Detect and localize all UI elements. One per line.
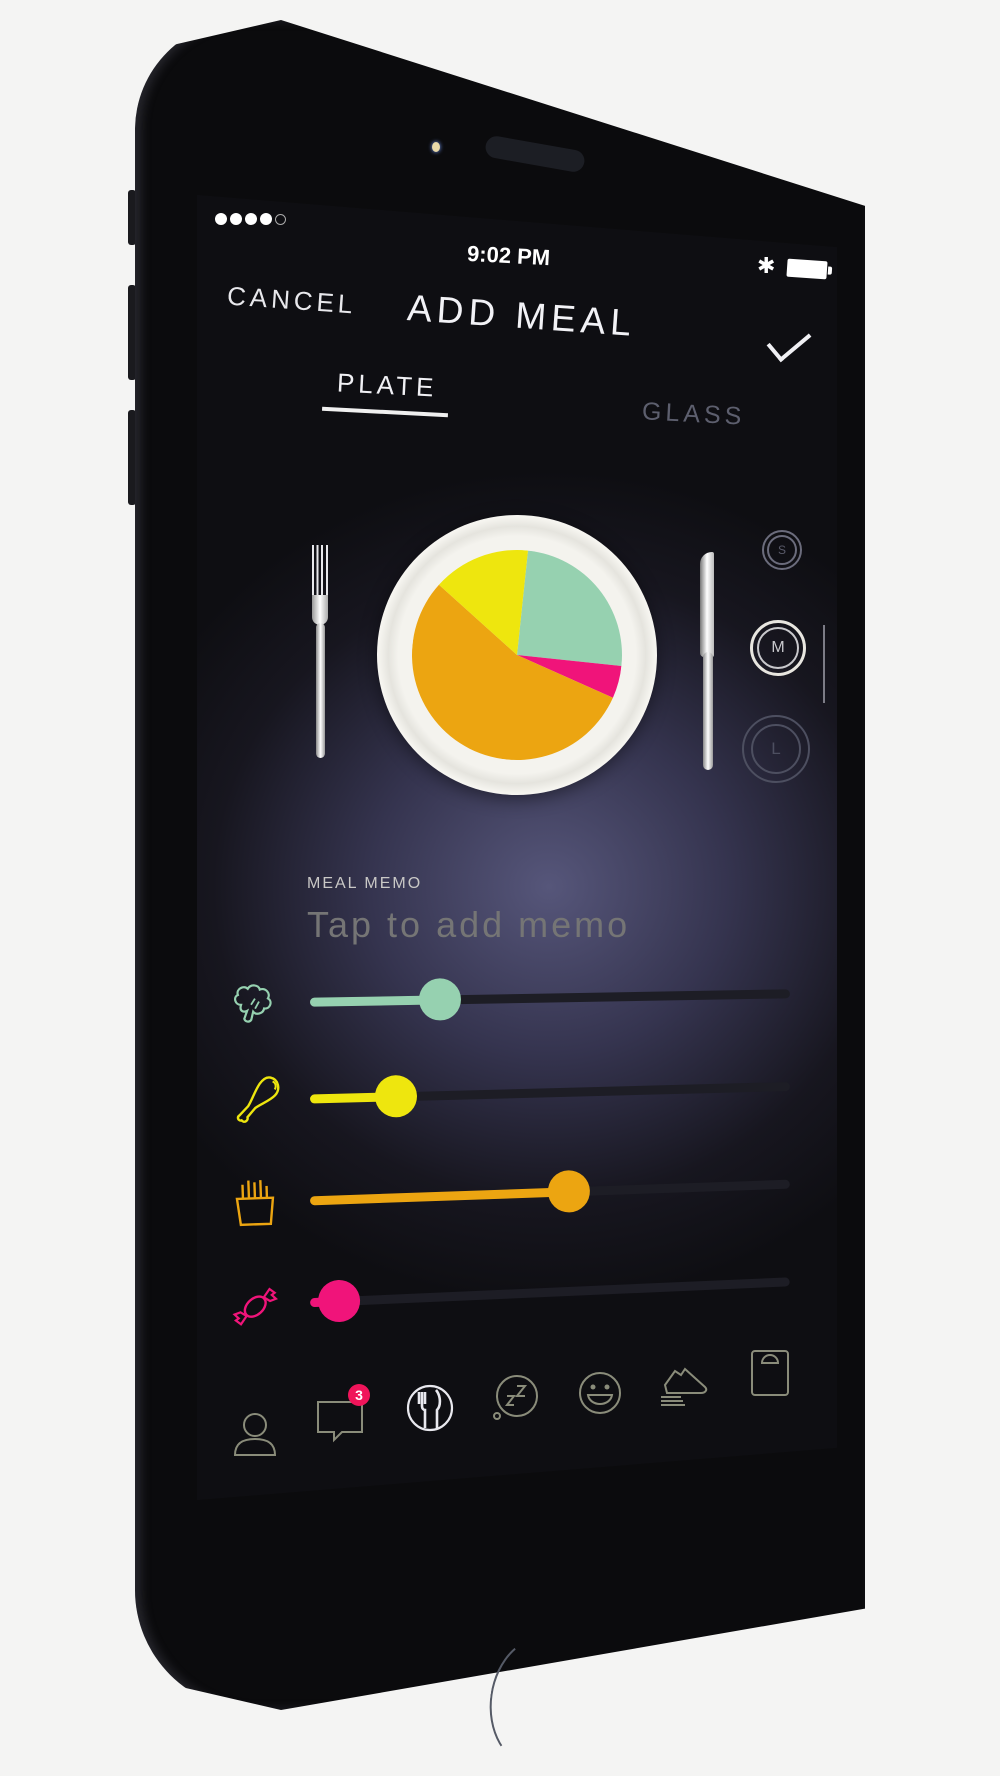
carbs-slider[interactable] bbox=[309, 1169, 790, 1214]
signal-dot bbox=[215, 213, 227, 225]
size-large-label: L bbox=[751, 724, 801, 774]
meal-memo-input[interactable] bbox=[305, 903, 774, 947]
protein-slider-knob[interactable] bbox=[374, 1074, 418, 1118]
nav-weight[interactable] bbox=[742, 1345, 798, 1401]
size-medium-button[interactable]: M bbox=[750, 620, 806, 676]
signal-dot-empty bbox=[275, 214, 286, 225]
nav-meals[interactable] bbox=[402, 1380, 458, 1436]
status-time: 9:02 PM bbox=[466, 240, 551, 271]
meal-memo-label: MEAL MEMO bbox=[307, 875, 423, 892]
tab-glass[interactable]: GLASS bbox=[641, 397, 746, 431]
app-screen: 9:02 PM ✱ CANCEL ADD MEAL PLATE GLASS S … bbox=[197, 195, 837, 1500]
size-medium-label: M bbox=[757, 627, 799, 669]
size-small-label: S bbox=[767, 535, 797, 565]
vegetables-slider[interactable] bbox=[309, 978, 791, 1021]
nav-messages[interactable]: 3 bbox=[312, 1384, 370, 1446]
signal-dot bbox=[230, 213, 242, 225]
smiley-icon bbox=[579, 1372, 621, 1414]
scale-icon bbox=[751, 1350, 789, 1396]
nav-mood[interactable] bbox=[572, 1365, 628, 1421]
front-camera bbox=[432, 142, 440, 152]
size-large-button[interactable]: L bbox=[742, 715, 810, 783]
size-small-button[interactable]: S bbox=[762, 530, 802, 570]
slider-row-sweets bbox=[226, 1252, 818, 1338]
knife-icon bbox=[700, 552, 716, 770]
carbs-slider-knob[interactable] bbox=[547, 1169, 591, 1214]
nav-sleep[interactable] bbox=[487, 1370, 543, 1426]
battery-full-icon bbox=[786, 258, 828, 280]
vegetables-slider-knob[interactable] bbox=[418, 978, 461, 1021]
person-icon bbox=[233, 1413, 277, 1456]
scroll-indicator[interactable] bbox=[823, 625, 825, 703]
pie-slice-vegetables bbox=[517, 550, 622, 666]
checkmark-icon[interactable] bbox=[766, 319, 812, 363]
sneaker-icon bbox=[661, 1367, 708, 1406]
plate-cutlery-icon bbox=[406, 1384, 454, 1432]
volume-up-button bbox=[128, 285, 136, 380]
fork-icon bbox=[312, 545, 328, 758]
cancel-button[interactable]: CANCEL bbox=[226, 281, 357, 321]
sleep-zz-icon bbox=[493, 1375, 538, 1420]
sweets-slider[interactable] bbox=[309, 1277, 790, 1323]
portion-pie bbox=[412, 550, 622, 760]
nav-profile[interactable] bbox=[227, 1405, 283, 1461]
slider-row-carbs bbox=[226, 1155, 818, 1236]
signal-dot bbox=[245, 213, 257, 225]
active-tab-indicator bbox=[321, 406, 449, 418]
page-title: ADD MEAL bbox=[405, 287, 638, 344]
nav-activity[interactable] bbox=[657, 1355, 713, 1411]
sweets-slider-knob[interactable] bbox=[316, 1279, 361, 1323]
signal-dot bbox=[260, 213, 272, 225]
mute-switch bbox=[128, 190, 136, 245]
volume-down-button bbox=[128, 410, 136, 505]
slider-row-protein bbox=[226, 1057, 817, 1132]
fries-icon bbox=[235, 1180, 275, 1227]
carbs-slider-fill bbox=[309, 1187, 570, 1206]
bluetooth-icon: ✱ bbox=[757, 253, 776, 278]
plate-portion-chart bbox=[363, 501, 671, 809]
broccoli-icon bbox=[234, 984, 272, 1023]
tab-plate[interactable]: PLATE bbox=[336, 367, 438, 403]
protein-slider[interactable] bbox=[309, 1074, 790, 1118]
slider-row-vegetables bbox=[227, 965, 818, 1035]
chicken-leg-icon bbox=[236, 1076, 280, 1123]
signal-strength-icon bbox=[215, 213, 286, 225]
messages-badge: 3 bbox=[348, 1384, 370, 1406]
candy-icon bbox=[232, 1287, 278, 1326]
